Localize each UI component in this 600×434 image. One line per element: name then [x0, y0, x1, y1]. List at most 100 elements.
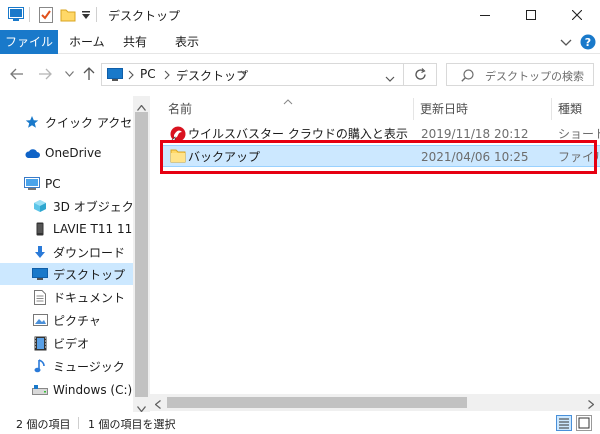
file-row-selected[interactable]: バックアップ 2021/04/06 10:25 ファイル — [162, 145, 600, 167]
scroll-right-arrow-icon[interactable] — [588, 398, 595, 412]
nav-item-desktop[interactable]: デスクトップ — [0, 263, 133, 285]
file-name: バックアップ — [188, 150, 261, 164]
status-bar: 2 個の項目 1 個の項目を選択 — [0, 412, 600, 434]
breadcrumb-separator-icon[interactable] — [240, 69, 246, 83]
breadcrumb-pc[interactable]: PC — [140, 67, 156, 81]
chevron-down-icon — [64, 71, 74, 77]
arrow-up-icon — [83, 67, 95, 80]
explorer-app-icon[interactable] — [8, 7, 24, 24]
svg-text:?: ? — [585, 36, 591, 49]
large-icons-view-icon — [578, 417, 590, 429]
nav-item-label: OneDrive — [45, 146, 102, 160]
nav-item-label: ビデオ — [53, 336, 90, 351]
help-button[interactable]: ? — [580, 34, 596, 53]
nav-item-label: ドキュメント — [53, 290, 126, 305]
nav-item-lavie[interactable]: LAVIE T11 112K1 — [0, 218, 133, 240]
document-icon — [32, 289, 48, 305]
quick-access-dropdown-icon[interactable] — [81, 9, 91, 23]
column-header-type[interactable]: 種類 — [552, 98, 600, 120]
nav-item-downloads[interactable]: ダウンロード — [0, 241, 133, 263]
file-row[interactable]: ウイルスバスター クラウドの購入と表示 2019/11/18 20:12 ショー… — [162, 123, 600, 145]
item-count: 2 個の項目 — [16, 418, 71, 431]
properties-icon[interactable] — [38, 7, 54, 26]
nav-item-music[interactable]: ミュージック — [0, 355, 133, 377]
chevron-down-icon — [385, 76, 395, 82]
tab-file[interactable]: ファイル — [0, 30, 58, 54]
tab-view[interactable]: 表示 — [166, 30, 208, 54]
refresh-icon — [414, 68, 426, 80]
picture-icon — [32, 312, 48, 328]
desktop-icon — [32, 266, 48, 282]
title-divider — [29, 7, 30, 22]
computer-icon — [24, 176, 40, 192]
large-icons-view-button[interactable] — [576, 415, 592, 431]
details-view-button[interactable] — [556, 415, 572, 431]
close-button[interactable] — [554, 0, 600, 30]
nav-item-label: LAVIE T11 112K1 — [53, 222, 133, 236]
recent-locations-button[interactable] — [62, 64, 76, 84]
address-dropdown-button[interactable] — [385, 71, 395, 85]
up-button[interactable] — [80, 64, 98, 84]
nav-item-windows-drive[interactable]: Windows (C:) — [0, 379, 133, 401]
virusbuster-icon — [170, 126, 186, 145]
search-box[interactable]: デスクトップの検索 — [446, 63, 594, 86]
chevron-down-icon — [560, 39, 572, 46]
drive-icon — [32, 382, 48, 398]
back-button[interactable] — [8, 64, 26, 84]
breadcrumb-separator-icon[interactable] — [164, 69, 170, 83]
nav-item-documents[interactable]: ドキュメント — [0, 286, 133, 308]
tab-home[interactable]: ホーム — [60, 30, 114, 54]
file-type: ファイル — [558, 150, 600, 164]
close-icon — [572, 10, 582, 20]
forward-button[interactable] — [36, 64, 54, 84]
breadcrumb-desktop[interactable]: デスクトップ — [176, 67, 248, 84]
status-divider — [78, 417, 79, 429]
nav-item-videos[interactable]: ビデオ — [0, 332, 133, 354]
desktop-icon — [107, 68, 123, 85]
breadcrumb-separator-icon[interactable] — [128, 69, 134, 83]
nav-item-label: デスクトップ — [53, 267, 126, 282]
help-icon: ? — [580, 34, 596, 50]
nav-item-label: Windows (C:) — [53, 383, 133, 397]
nav-item-quick-access[interactable]: クイック アクセス — [0, 111, 133, 133]
nav-item-label: ピクチャ — [53, 313, 101, 328]
file-type: ショートカット — [558, 127, 600, 141]
ribbon-tabs: ファイル ホーム 共有 表示 ? — [0, 30, 600, 54]
nav-item-label: PC — [45, 177, 61, 191]
nav-item-pc[interactable]: PC — [0, 173, 133, 195]
selected-count: 1 個の項目を選択 — [88, 418, 176, 431]
window-title: デスクトップ — [108, 9, 181, 23]
music-icon — [32, 358, 48, 374]
file-list-scrollbar[interactable] — [150, 394, 600, 411]
arrow-right-icon — [39, 68, 52, 80]
navigation-pane-scrollbar[interactable] — [133, 96, 150, 413]
ribbon-expand-button[interactable] — [560, 37, 572, 51]
minimize-button[interactable] — [462, 0, 508, 30]
new-folder-icon[interactable] — [60, 7, 76, 26]
address-bar[interactable]: PC デスクトップ — [101, 63, 404, 86]
tab-share[interactable]: 共有 — [114, 30, 156, 54]
title-divider — [96, 7, 97, 22]
details-view-icon — [559, 418, 569, 429]
nav-item-label: ミュージック — [53, 359, 125, 374]
nav-item-label: クイック アクセス — [45, 115, 133, 130]
nav-item-label: 3D オブジェクト — [53, 199, 133, 214]
star-icon — [24, 114, 40, 130]
scroll-left-arrow-icon[interactable] — [154, 398, 161, 412]
column-header-name[interactable]: 名前 — [162, 98, 414, 120]
nav-item-onedrive[interactable]: OneDrive — [0, 142, 133, 164]
phone-icon — [32, 221, 48, 237]
file-name: ウイルスバスター クラウドの購入と表示 — [188, 127, 408, 141]
nav-item-pictures[interactable]: ピクチャ — [0, 309, 133, 331]
download-icon — [32, 244, 48, 260]
nav-item-3d-objects[interactable]: 3D オブジェクト — [0, 195, 133, 217]
folder-icon — [170, 148, 186, 166]
title-bar: デスクトップ — [0, 0, 600, 30]
refresh-button[interactable] — [404, 63, 437, 86]
scrollbar-thumb[interactable] — [167, 397, 467, 408]
navigation-pane: クイック アクセス OneDrive PC 3D オブジェクト LAVIE T1… — [0, 96, 133, 412]
file-list: 名前 更新日時 種類 ウイルスバスター クラウドの購入と表示 2019/11/1… — [150, 96, 600, 396]
maximize-button[interactable] — [508, 0, 554, 30]
column-header-modified[interactable]: 更新日時 — [414, 98, 552, 120]
scrollbar-thumb[interactable] — [135, 112, 148, 397]
